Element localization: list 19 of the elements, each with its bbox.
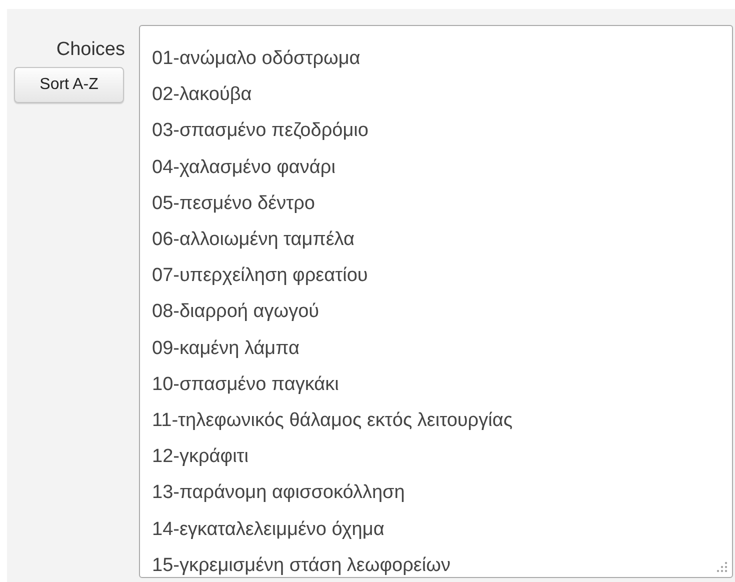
choice-line: 09-καμένη λάμπα xyxy=(152,336,300,361)
choice-line: 11-τηλεφωνικός θάλαμος εκτός λειτουργίας xyxy=(152,409,512,434)
choice-line: 01-ανώμαλο οδόστρωμα xyxy=(152,47,360,71)
choice-line: 05-πεσμένο δέντρο xyxy=(152,192,315,216)
sort-button[interactable]: Sort A-Z xyxy=(14,67,124,103)
choice-line: 15-γκρεμισμένη στάση λεωφορείων xyxy=(152,554,450,578)
choice-line: 03-σπασμένο πεζοδρόμιο xyxy=(152,119,368,144)
choice-line: 08-διαρροή αγωγού xyxy=(152,300,320,324)
choice-line: 02-λακούβα xyxy=(152,83,252,108)
choice-line: 10-σπασμένο παγκάκι xyxy=(152,372,339,397)
choice-line: 12-γκράφιτι xyxy=(152,445,249,470)
choice-line: 04-χαλασμένο φανάρι xyxy=(152,156,336,180)
choice-line: 07-υπερχείληση φρεατίου xyxy=(152,264,368,288)
choices-label: Choices xyxy=(56,39,125,61)
choice-line: 14-εγκαταλελειμμένο όχημα xyxy=(152,518,384,542)
choice-line: 06-αλλοιωμένη ταμπέλα xyxy=(152,228,354,252)
resize-handle-icon[interactable] xyxy=(716,561,728,573)
choice-line: 13-παράνομη αφισσοκόλληση xyxy=(152,481,405,506)
choices-field[interactable] xyxy=(139,25,733,578)
